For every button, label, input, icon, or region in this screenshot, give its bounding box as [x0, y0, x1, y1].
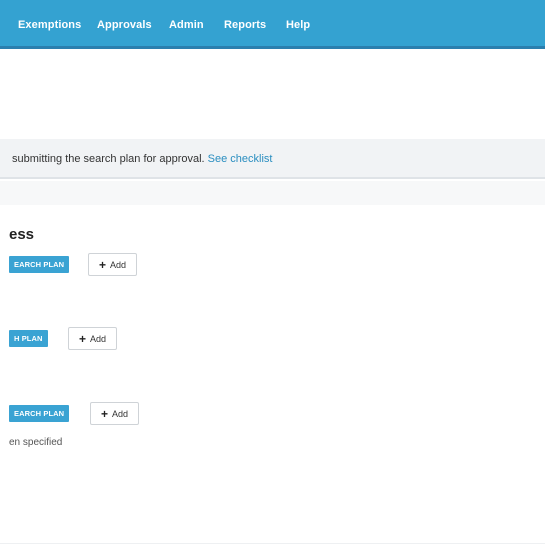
notice-text: submitting the search plan for approval. [12, 153, 205, 165]
add-button[interactable]: + Add [90, 402, 139, 425]
top-navigation-bar: Exemptions Approvals Admin Reports Help [0, 0, 545, 49]
notice-message: submitting the search plan for approval.… [12, 153, 272, 165]
see-checklist-link[interactable]: See checklist [208, 153, 273, 165]
checklist-notice: submitting the search plan for approval.… [0, 139, 545, 179]
add-button[interactable]: + Add [68, 327, 117, 350]
add-button-label: Add [112, 408, 129, 419]
plan-status-text: en specified [9, 437, 63, 448]
plus-icon: + [78, 331, 86, 346]
bottom-divider [0, 543, 545, 544]
nav-item-help[interactable]: Help [286, 19, 310, 31]
nav-item-approvals[interactable]: Approvals [97, 19, 152, 31]
nav-item-admin[interactable]: Admin [169, 19, 204, 31]
search-plan-badge: EARCH PLAN [9, 256, 70, 273]
plus-icon: + [98, 257, 106, 272]
add-button[interactable]: + Add [88, 253, 137, 276]
add-button-label: Add [110, 259, 127, 270]
section-title: ess [9, 226, 35, 243]
page-root: Exemptions Approvals Admin Reports Help … [0, 0, 545, 546]
search-plan-badge: EARCH PLAN [9, 405, 70, 422]
nav-item-exemptions[interactable]: Exemptions [18, 19, 81, 31]
search-plan-badge: H PLAN [9, 330, 48, 347]
add-button-label: Add [90, 333, 107, 344]
notice-divider-band [0, 181, 545, 205]
nav-item-reports[interactable]: Reports [224, 19, 266, 31]
plus-icon: + [100, 406, 108, 421]
